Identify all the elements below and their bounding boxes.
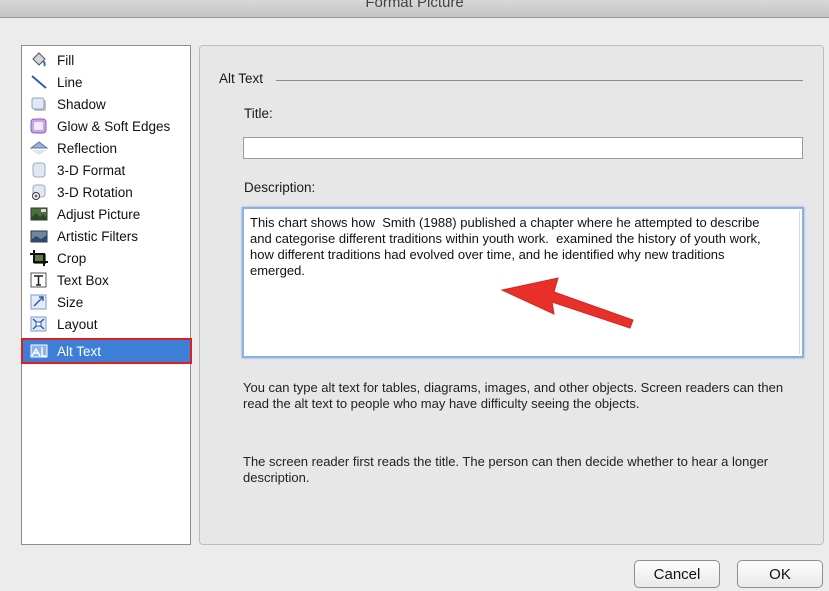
crop-icon xyxy=(29,249,49,267)
cancel-button[interactable]: Cancel xyxy=(634,560,720,588)
reflection-icon xyxy=(29,139,49,157)
sidebar-item-label: Artistic Filters xyxy=(57,228,138,244)
size-icon xyxy=(29,293,49,311)
3d-rotation-icon xyxy=(29,183,49,201)
sidebar-item-label: Size xyxy=(57,294,84,310)
paint-bucket-icon xyxy=(29,51,49,69)
line-icon xyxy=(29,73,49,91)
sidebar-item-3d-format[interactable]: 3-D Format xyxy=(23,159,190,181)
section-title: Alt Text xyxy=(219,71,264,86)
sidebar-item-label: Glow & Soft Edges xyxy=(57,118,171,134)
sidebar-item-3d-rotation[interactable]: 3-D Rotation xyxy=(23,181,190,203)
glow-icon xyxy=(29,117,49,135)
sidebar-item-label: Alt Text xyxy=(57,343,102,359)
shadow-icon xyxy=(29,95,49,113)
sidebar-item-line[interactable]: Line xyxy=(23,71,190,93)
description-text: This chart shows how Smith (1988) publis… xyxy=(250,215,765,278)
description-label: Description: xyxy=(244,180,316,195)
sidebar-item-glow[interactable]: Glow & Soft Edges xyxy=(23,115,190,137)
sidebar-item-size[interactable]: Size xyxy=(23,291,190,313)
3d-format-icon xyxy=(29,161,49,179)
section-divider xyxy=(276,80,803,81)
annotation-arrow xyxy=(500,277,634,329)
sidebar-item-text-box[interactable]: Text Box xyxy=(23,269,190,291)
artistic-filters-icon xyxy=(29,227,49,245)
sidebar-item-label: Adjust Picture xyxy=(57,206,141,222)
sidebar-item-label: 3-D Format xyxy=(57,162,126,178)
alt-text-icon xyxy=(29,342,49,360)
sidebar-item-reflection[interactable]: Reflection xyxy=(23,137,190,159)
category-sidebar: Fill Line Shadow Glow & Soft Edges Refle… xyxy=(21,45,192,545)
sidebar-item-fill[interactable]: Fill xyxy=(23,49,190,71)
text-box-icon xyxy=(29,271,49,289)
adjust-picture-icon xyxy=(29,205,49,223)
title-bar: Format Picture xyxy=(0,0,829,18)
sidebar-item-shadow[interactable]: Shadow xyxy=(23,93,190,115)
sidebar-item-label: Line xyxy=(57,74,83,90)
layout-icon xyxy=(29,315,49,333)
sidebar-item-adjust-picture[interactable]: Adjust Picture xyxy=(23,203,190,225)
title-label: Title: xyxy=(244,106,273,121)
sidebar-item-label: Reflection xyxy=(57,140,118,156)
sidebar-item-label: Fill xyxy=(57,52,75,68)
sidebar-item-label: 3-D Rotation xyxy=(57,184,133,200)
ok-button[interactable]: OK xyxy=(737,560,823,588)
sidebar-item-layout[interactable]: Layout xyxy=(23,313,190,335)
textarea-scrollbar[interactable] xyxy=(799,211,800,354)
sidebar-item-label: Layout xyxy=(57,316,98,332)
help-text-alt-text: You can type alt text for tables, diagra… xyxy=(243,380,784,411)
sidebar-item-label: Crop xyxy=(57,250,87,266)
sidebar-item-alt-text[interactable]: Alt Text xyxy=(21,338,192,364)
help-text-screen-reader: The screen reader first reads the title.… xyxy=(243,454,769,485)
sidebar-item-artistic-filters[interactable]: Artistic Filters xyxy=(23,225,190,247)
sidebar-item-crop[interactable]: Crop xyxy=(23,247,190,269)
title-field[interactable] xyxy=(243,137,803,159)
window-title: Format Picture xyxy=(365,0,464,11)
sidebar-item-label: Text Box xyxy=(57,272,109,288)
sidebar-item-label: Shadow xyxy=(57,96,106,112)
